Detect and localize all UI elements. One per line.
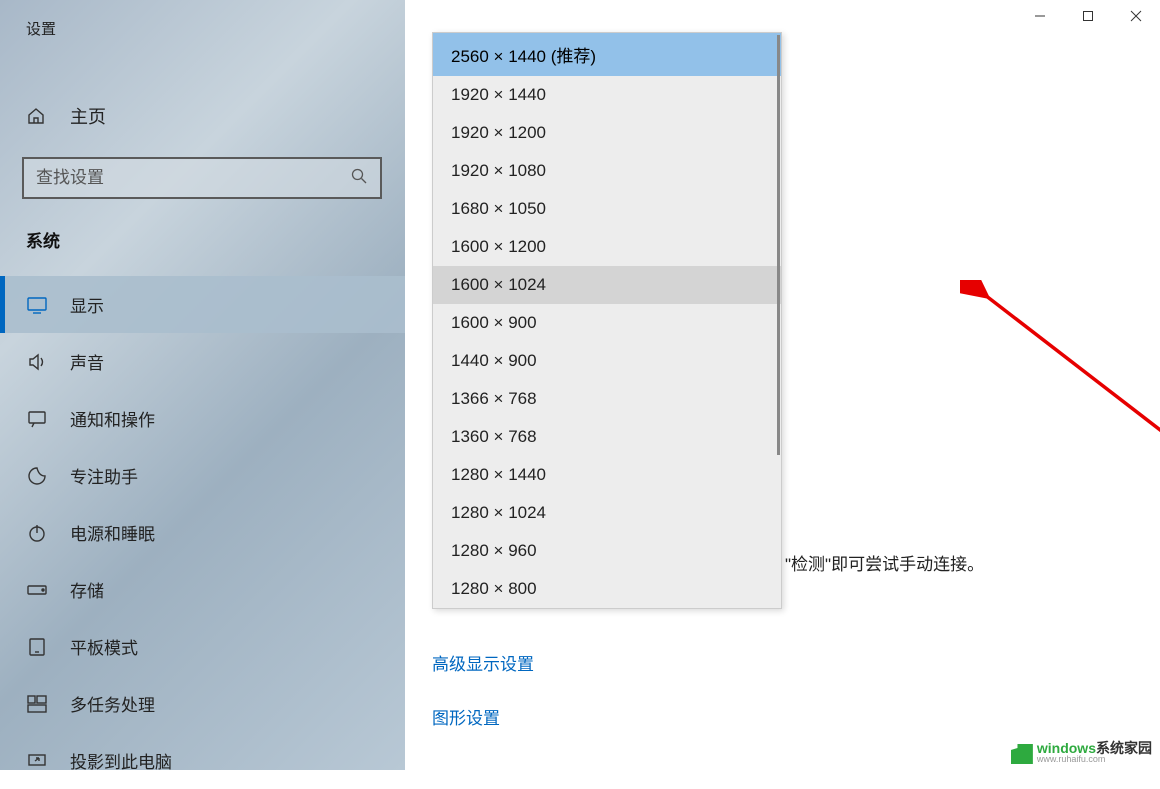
nav-label: 专注助手	[70, 463, 138, 488]
storage-icon	[26, 583, 48, 597]
sidebar-item-project[interactable]: 投影到此电脑	[0, 732, 405, 789]
notifications-icon	[26, 410, 48, 428]
search-box[interactable]	[22, 157, 382, 199]
power-icon	[26, 523, 48, 543]
advanced-display-link[interactable]: 高级显示设置	[432, 650, 534, 675]
focus-icon	[26, 466, 48, 486]
minimize-button[interactable]	[1016, 0, 1064, 32]
dropdown-option[interactable]: 1920 × 1200	[433, 114, 781, 152]
sidebar-item-tablet[interactable]: 平板模式	[0, 618, 405, 675]
dropdown-scrollbar[interactable]	[777, 35, 780, 455]
sidebar-item-notifications[interactable]: 通知和操作	[0, 390, 405, 447]
sidebar: 设置 主页 系统 显示	[0, 0, 405, 770]
home-icon	[26, 106, 48, 126]
window-title: 设置	[0, 0, 405, 57]
sound-icon	[26, 353, 48, 371]
dropdown-option[interactable]: 1600 × 1200	[433, 228, 781, 266]
nav-label: 声音	[70, 349, 104, 374]
watermark-logo-icon	[1011, 744, 1033, 764]
dropdown-option[interactable]: 1600 × 1024	[433, 266, 781, 304]
close-button[interactable]	[1112, 0, 1160, 32]
hint-text: "检测"即可尝试手动连接。	[785, 550, 984, 575]
watermark-sub: www.ruhaifu.com	[1037, 755, 1152, 764]
dropdown-option[interactable]: 2560 × 1440 (推荐)	[433, 33, 781, 76]
nav-label: 平板模式	[70, 634, 138, 659]
home-label: 主页	[70, 103, 106, 129]
dropdown-option[interactable]: 1280 × 960	[433, 532, 781, 570]
titlebar	[1016, 0, 1160, 32]
settings-window: 设置 主页 系统 显示	[0, 0, 1160, 770]
nav-label: 多任务处理	[70, 691, 155, 716]
sidebar-item-sound[interactable]: 声音	[0, 333, 405, 390]
main-content: 2560 × 1440 (推荐) 1920 × 1440 1920 × 1200…	[405, 0, 1160, 770]
dropdown-option[interactable]: 1920 × 1440	[433, 76, 781, 114]
search-input[interactable]	[36, 168, 336, 188]
nav-list: 显示 声音 通知和操作 专注助手	[0, 270, 405, 789]
dropdown-option[interactable]: 1920 × 1080	[433, 152, 781, 190]
display-icon	[26, 296, 48, 314]
sidebar-item-power[interactable]: 电源和睡眠	[0, 504, 405, 561]
project-icon	[26, 752, 48, 770]
sidebar-item-display[interactable]: 显示	[0, 276, 405, 333]
dropdown-list: 2560 × 1440 (推荐) 1920 × 1440 1920 × 1200…	[433, 33, 781, 608]
dropdown-option[interactable]: 1280 × 1440	[433, 456, 781, 494]
dropdown-option[interactable]: 1280 × 1024	[433, 494, 781, 532]
dropdown-option[interactable]: 1360 × 768	[433, 418, 781, 456]
home-button[interactable]: 主页	[0, 91, 405, 141]
dropdown-option[interactable]: 1680 × 1050	[433, 190, 781, 228]
dropdown-option[interactable]: 1280 × 800	[433, 570, 781, 608]
multitask-icon	[26, 695, 48, 713]
dropdown-option[interactable]: 1366 × 768	[433, 380, 781, 418]
sidebar-item-storage[interactable]: 存储	[0, 561, 405, 618]
nav-label: 投影到此电脑	[70, 748, 172, 773]
annotation-arrow	[960, 280, 1160, 580]
nav-label: 存储	[70, 577, 104, 602]
section-label: 系统	[0, 199, 405, 270]
sidebar-item-focus[interactable]: 专注助手	[0, 447, 405, 504]
watermark-text: windows系统家园	[1037, 741, 1152, 755]
sidebar-item-multitask[interactable]: 多任务处理	[0, 675, 405, 732]
tablet-icon	[26, 638, 48, 656]
nav-label: 显示	[70, 292, 104, 317]
search-icon	[350, 167, 368, 190]
watermark: windows系统家园 www.ruhaifu.com	[1011, 741, 1152, 764]
nav-label: 电源和睡眠	[70, 520, 155, 545]
dropdown-option[interactable]: 1440 × 900	[433, 342, 781, 380]
maximize-button[interactable]	[1064, 0, 1112, 32]
graphics-settings-link[interactable]: 图形设置	[432, 704, 500, 729]
nav-label: 通知和操作	[70, 406, 155, 431]
dropdown-option[interactable]: 1600 × 900	[433, 304, 781, 342]
resolution-dropdown[interactable]: 2560 × 1440 (推荐) 1920 × 1440 1920 × 1200…	[432, 32, 782, 609]
